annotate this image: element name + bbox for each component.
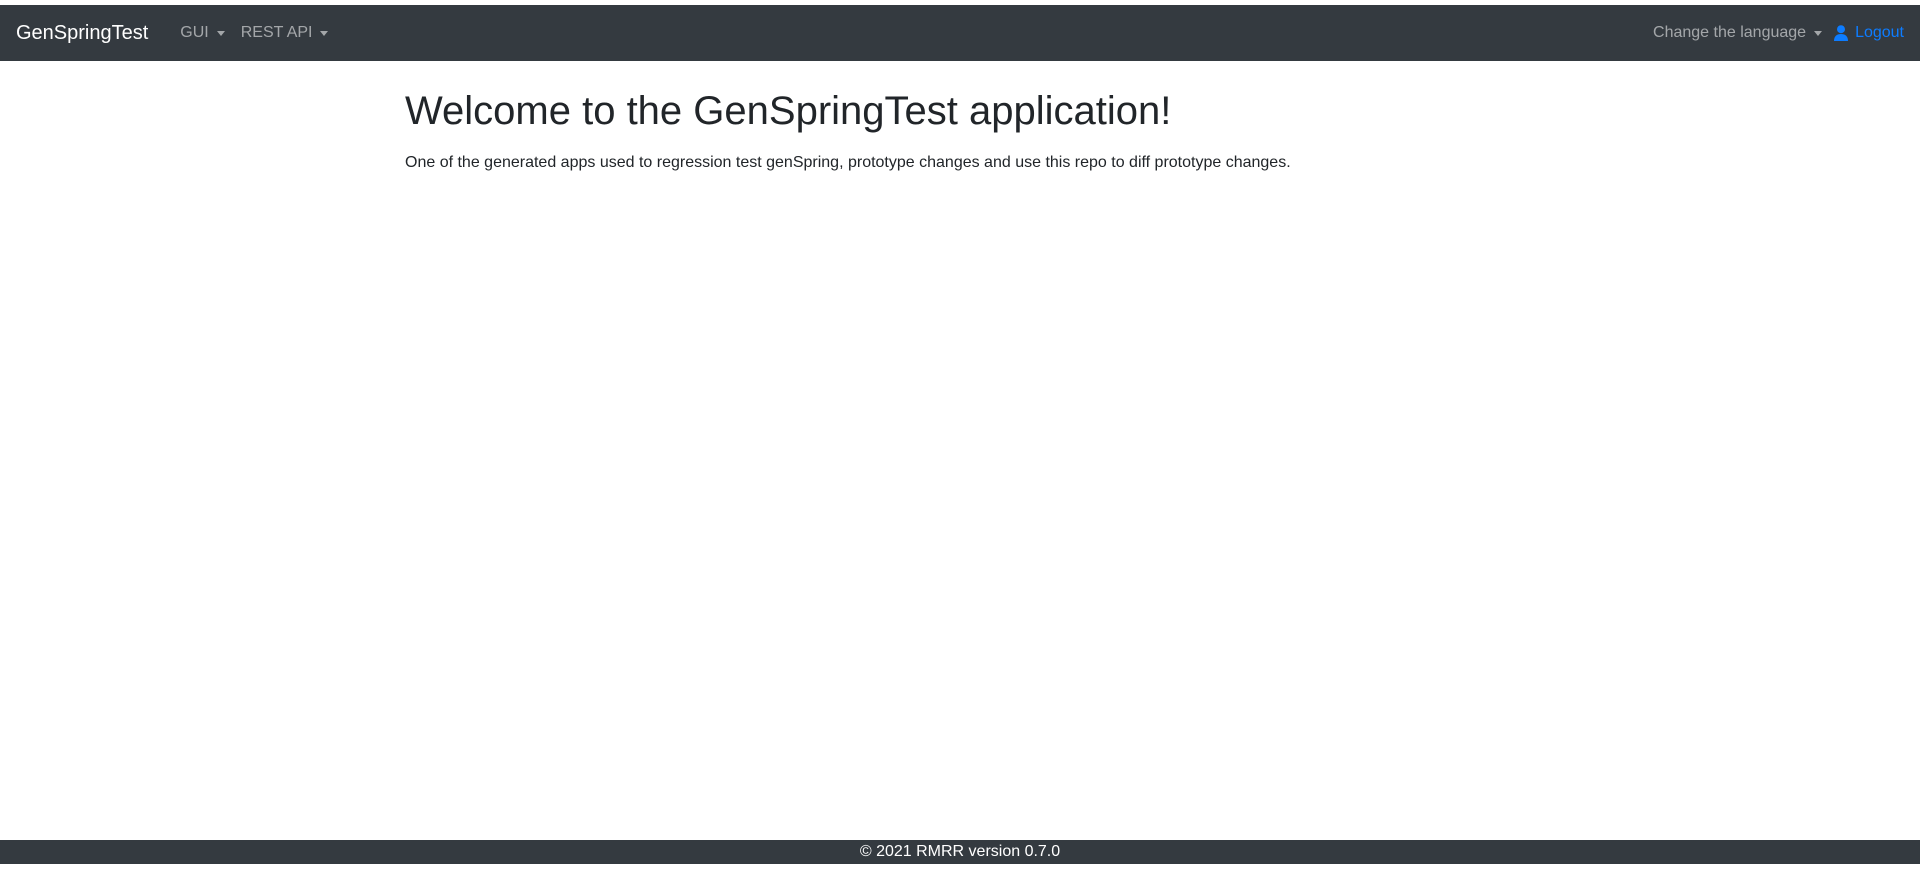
footer: © 2021 RMRR version 0.7.0	[0, 840, 1920, 864]
nav-menus: GUI REST API	[172, 16, 336, 50]
footer-text: © 2021 RMRR version 0.7.0	[859, 843, 1061, 860]
language-dropdown-label: Change the language	[1653, 24, 1807, 41]
brand-link[interactable]: GenSpringTest	[16, 22, 148, 45]
caret-down-icon	[1814, 30, 1823, 36]
rest-api-menu-dropdown[interactable]: REST API	[233, 16, 337, 50]
caret-down-icon	[320, 30, 329, 36]
nav-right: Change the language Logout	[1645, 16, 1904, 50]
main-content: Welcome to the GenSpringTest application…	[405, 61, 1515, 175]
gui-menu-label: GUI	[180, 24, 209, 41]
top-navbar: GenSpringTest GUI REST API Change the la…	[0, 5, 1920, 61]
caret-down-icon	[216, 30, 225, 36]
page-title: Welcome to the GenSpringTest application…	[405, 89, 1172, 133]
page-description: One of the generated apps used to regres…	[405, 154, 1291, 171]
gui-menu-dropdown[interactable]: GUI	[172, 16, 232, 50]
rest-api-menu-label: REST API	[240, 24, 313, 41]
logout-label: Logout	[1855, 24, 1904, 41]
language-dropdown[interactable]: Change the language	[1645, 16, 1830, 50]
user-icon	[1834, 25, 1849, 41]
logout-link[interactable]: Logout	[1830, 16, 1904, 50]
